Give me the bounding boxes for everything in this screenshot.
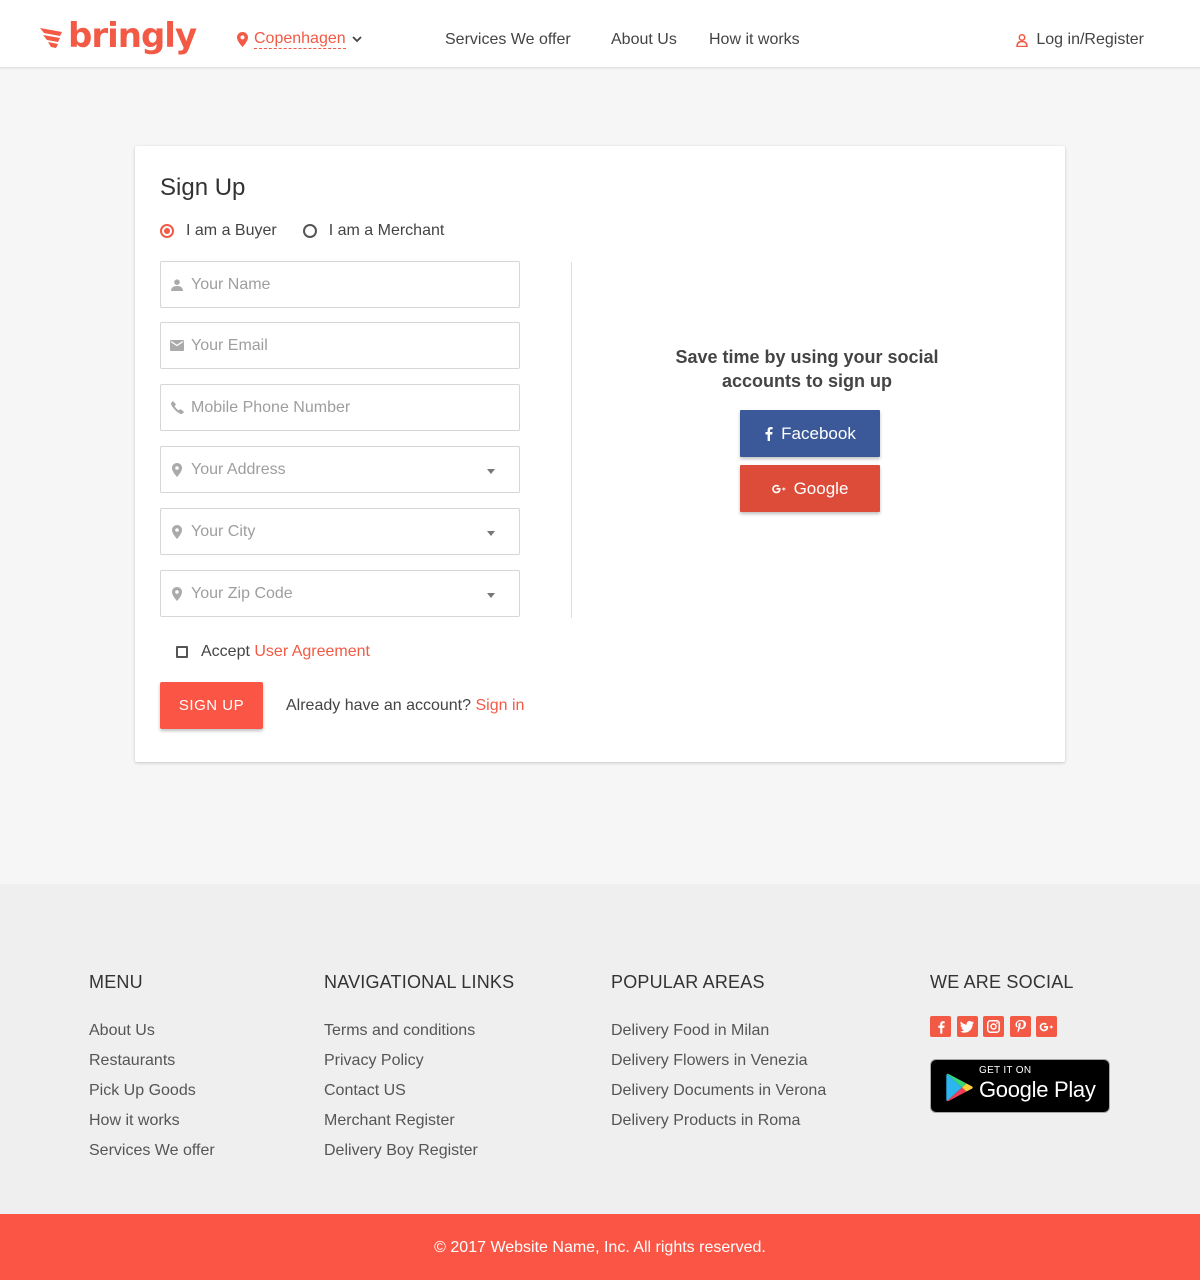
radio-checked-icon [160, 224, 174, 238]
pinterest-icon[interactable] [1009, 1016, 1031, 1037]
address-input[interactable] [191, 460, 481, 479]
footer-nav-heading: NAVIGATIONAL LINKS [324, 972, 515, 992]
footer-menu-column: MENU About Us Restaurants Pick Up Goods … [89, 972, 215, 1166]
accept-checkbox[interactable] [176, 646, 188, 658]
footer-link[interactable]: How it works [89, 1106, 215, 1136]
chevron-down-icon [352, 36, 362, 43]
footer-link[interactable]: About Us [89, 1016, 215, 1046]
name-input[interactable] [191, 275, 481, 294]
logo[interactable]: bringly [40, 14, 197, 58]
facebook-button[interactable]: Facebook [740, 410, 880, 457]
user-icon [1016, 33, 1029, 47]
accept-label: Accept [201, 643, 250, 660]
vertical-divider [571, 262, 572, 618]
have-account-text: Already have an account? [286, 697, 472, 714]
social-icons [930, 1016, 1110, 1037]
mail-icon [163, 340, 191, 351]
phone-icon [163, 401, 191, 414]
role-merchant-label: I am a Merchant [328, 222, 445, 239]
twitter-icon[interactable] [956, 1016, 978, 1037]
footer-areas-heading: POPULAR AREAS [611, 972, 765, 992]
city-field[interactable] [160, 508, 520, 555]
user-agreement-link[interactable]: User Agreement [254, 643, 370, 661]
google-play-badge[interactable]: GET IT ON Google Play [930, 1059, 1110, 1113]
footer-link[interactable]: Pick Up Goods [89, 1076, 215, 1106]
footer-social-column: WE ARE SOCIAL GET IT ON Google Play [930, 972, 1110, 1113]
footer-link[interactable]: Terms and conditions [324, 1016, 514, 1046]
footer-nav-column: NAVIGATIONAL LINKS Terms and conditions … [324, 972, 514, 1166]
footer-link[interactable]: Delivery Flowers in Venezia [611, 1046, 826, 1076]
dropdown-caret-icon [487, 531, 495, 536]
facebook-icon[interactable] [930, 1016, 951, 1037]
email-input[interactable] [191, 336, 481, 355]
map-pin-icon [163, 586, 191, 601]
facebook-icon [765, 427, 773, 441]
location-selector[interactable]: Copenhagen [237, 30, 362, 49]
sign-in-link[interactable]: Sign in [475, 697, 524, 714]
role-selector: I am a Buyer I am a Merchant [160, 222, 470, 240]
page-title: Sign Up [160, 174, 246, 201]
google-plus-icon [771, 484, 786, 493]
social-signup-text: Save time by using your social accounts … [675, 347, 939, 391]
nav-about[interactable]: About Us [611, 30, 677, 50]
footer-link[interactable]: Services We offer [89, 1136, 215, 1166]
google-plus-icon[interactable] [1036, 1016, 1057, 1037]
footer-link[interactable]: Delivery Boy Register [324, 1136, 514, 1166]
map-pin-icon [237, 32, 248, 47]
footer-link[interactable]: Delivery Food in Milan [611, 1016, 826, 1046]
google-button[interactable]: Google [740, 465, 880, 512]
phone-field [160, 384, 520, 431]
footer-link[interactable]: Contact US [324, 1076, 514, 1106]
dropdown-caret-icon [487, 593, 495, 598]
radio-unchecked-icon [302, 224, 317, 238]
footer-link[interactable]: Merchant Register [324, 1106, 514, 1136]
facebook-label: Facebook [781, 423, 856, 443]
header: bringly Copenhagen Services We offer Abo… [0, 0, 1200, 68]
footer-link[interactable]: Privacy Policy [324, 1046, 514, 1076]
zip-field[interactable] [160, 570, 520, 617]
google-play-text: GET IT ON Google Play [979, 1065, 1096, 1103]
google-play-small: GET IT ON [979, 1065, 1032, 1076]
name-field [160, 261, 520, 308]
map-pin-icon [163, 524, 191, 539]
role-buyer-radio[interactable]: I am a Buyer [160, 222, 277, 240]
signup-button[interactable]: SIGN UP [160, 682, 263, 729]
google-label: Google [793, 478, 849, 498]
phone-input[interactable] [191, 398, 481, 417]
address-field[interactable] [160, 446, 520, 493]
copyright-text: © 2017 Website Name, Inc. All rights res… [434, 1239, 766, 1256]
google-play-big: Google Play [979, 1077, 1096, 1102]
role-buyer-label: I am a Buyer [186, 222, 277, 239]
footer-link[interactable]: Delivery Documents in Verona [611, 1076, 826, 1106]
person-icon [163, 278, 191, 291]
footer: MENU About Us Restaurants Pick Up Goods … [0, 884, 1200, 1214]
nav-how-it-works[interactable]: How it works [709, 30, 800, 50]
footer-link[interactable]: Delivery Products in Roma [611, 1106, 826, 1136]
footer-link[interactable]: Restaurants [89, 1046, 215, 1076]
have-account-row: Already have an account? Sign in [286, 697, 524, 715]
role-merchant-radio[interactable]: I am a Merchant [302, 222, 445, 240]
footer-menu-heading: MENU [89, 972, 143, 992]
footer-areas-column: POPULAR AREAS Delivery Food in Milan Del… [611, 972, 826, 1136]
play-store-icon [946, 1073, 973, 1102]
instagram-icon[interactable] [983, 1016, 1004, 1037]
nav-services[interactable]: Services We offer [445, 30, 571, 50]
login-label: Log in/Register [1036, 31, 1144, 48]
dropdown-caret-icon [487, 469, 495, 474]
zip-input[interactable] [191, 584, 481, 603]
agreement-row: Accept User Agreement [176, 643, 370, 661]
login-register-link[interactable]: Log in/Register [1016, 30, 1144, 50]
location-label: Copenhagen [254, 30, 346, 49]
map-pin-icon [163, 462, 191, 477]
city-input[interactable] [191, 522, 481, 541]
signup-card: Sign Up I am a Buyer I am a Merchant You… [135, 146, 1065, 762]
email-field [160, 322, 520, 369]
wing-icon [40, 28, 62, 48]
copyright-bar: © 2017 Website Name, Inc. All rights res… [0, 1214, 1200, 1280]
brand-name: bringly [68, 16, 197, 56]
footer-social-heading: WE ARE SOCIAL [930, 972, 1074, 992]
